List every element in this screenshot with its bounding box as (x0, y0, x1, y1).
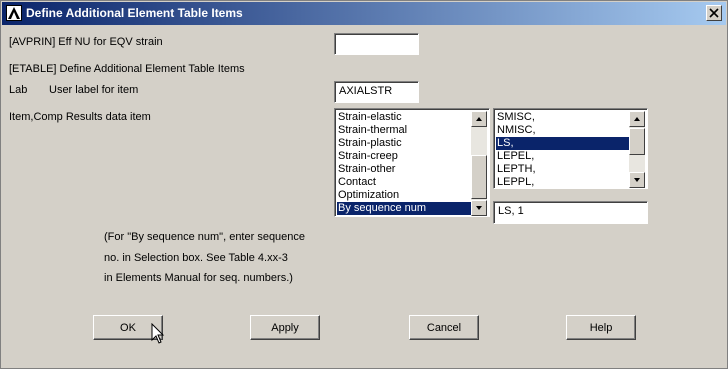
close-icon (709, 8, 719, 18)
lab-input[interactable]: AXIALSTR (334, 81, 419, 103)
etable-heading: [ETABLE] Define Additional Element Table… (9, 63, 245, 75)
list-item[interactable]: Contact (337, 176, 473, 189)
help-button[interactable]: Help (566, 315, 636, 340)
list-item[interactable]: Optimization (337, 189, 473, 202)
list-item[interactable]: Strain-elastic (337, 111, 473, 124)
list-item[interactable]: LEPTH, (496, 163, 632, 176)
list-item[interactable]: SMISC, (496, 111, 632, 124)
item-comp-label: Item,Comp Results data item (9, 111, 151, 123)
cancel-button[interactable]: Cancel (409, 315, 479, 340)
arrow-up-icon (476, 117, 482, 121)
list-item[interactable]: Strain-thermal (337, 124, 473, 137)
scroll-down-button[interactable] (471, 200, 487, 216)
component-listbox[interactable]: SMISC, NMISC, LS, LEPEL, LEPTH, LEPPL, (493, 108, 648, 189)
avprin-label: [AVPRIN] Eff NU for EQV strain (9, 36, 163, 48)
list-item-selected[interactable]: By sequence num (337, 202, 473, 215)
selection-input[interactable]: LS, 1 (493, 201, 648, 224)
dialog-window: Define Additional Element Table Items [A… (0, 0, 728, 369)
scroll-thumb[interactable] (629, 128, 645, 155)
list-item[interactable]: LEPPL, (496, 176, 632, 188)
window-title: Define Additional Element Table Items (26, 6, 243, 20)
ansys-logo-icon (6, 5, 22, 21)
note-line-1: (For "By sequence num", enter sequence (104, 231, 306, 243)
note-line-3: in Elements Manual for seq. numbers.) (104, 272, 293, 284)
scroll-up-button[interactable] (471, 111, 487, 127)
list-item[interactable]: Strain-creep (337, 150, 473, 163)
category-listbox[interactable]: Strain-elastic Strain-thermal Strain-pla… (334, 108, 490, 217)
list-item[interactable]: LEPEL, (496, 150, 632, 163)
mouse-pointer-icon (151, 323, 165, 344)
lab-description: User label for item (49, 84, 139, 96)
arrow-down-icon (634, 178, 640, 182)
component-scrollbar[interactable] (629, 111, 645, 188)
list-item-selected[interactable]: LS, (496, 137, 632, 150)
list-item[interactable]: Strain-other (337, 163, 473, 176)
list-item[interactable]: Strain-plastic (337, 137, 473, 150)
close-button[interactable] (706, 5, 722, 21)
scroll-thumb[interactable] (471, 155, 487, 199)
scroll-up-button[interactable] (629, 111, 645, 127)
note-line-2: no. in Selection box. See Table 4.xx-3 (104, 252, 288, 264)
title-bar[interactable]: Define Additional Element Table Items (2, 2, 726, 25)
scroll-down-button[interactable] (629, 172, 645, 188)
category-scrollbar[interactable] (471, 111, 487, 216)
list-item[interactable]: NMISC, (496, 124, 632, 137)
apply-button[interactable]: Apply (250, 315, 320, 340)
lab-label: Lab (9, 84, 28, 96)
arrow-down-icon (476, 206, 482, 210)
arrow-up-icon (634, 117, 640, 121)
avprin-input[interactable] (334, 33, 419, 55)
